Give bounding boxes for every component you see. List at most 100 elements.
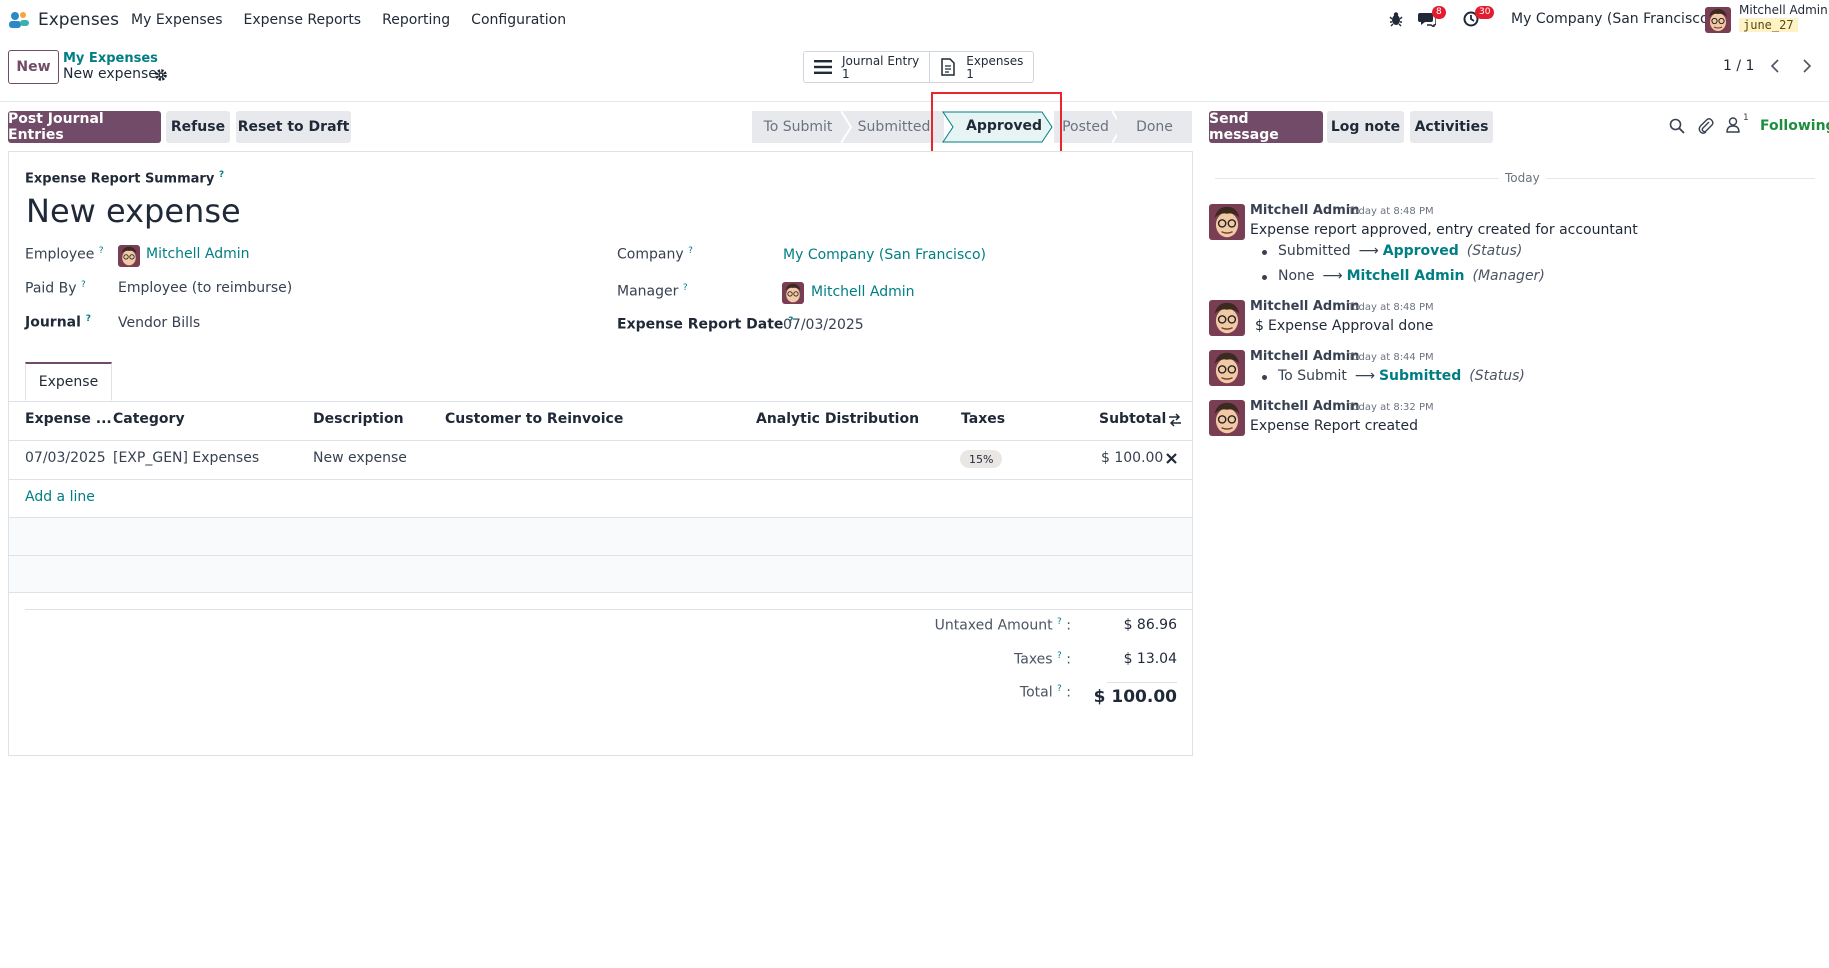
column-category[interactable]: Category bbox=[113, 411, 185, 427]
total-divider bbox=[1107, 682, 1177, 683]
cell-date[interactable]: 07/03/2025 bbox=[25, 450, 106, 466]
smart-button-label: Expenses bbox=[966, 53, 1024, 68]
menu-reporting[interactable]: Reporting bbox=[382, 12, 450, 28]
messages-badge: 8 bbox=[1432, 6, 1446, 19]
smart-button-label: Journal Entry bbox=[842, 53, 920, 68]
message-time: Today at 8:48 PM bbox=[1348, 302, 1434, 313]
paid-by-field[interactable]: Employee (to reimburse) bbox=[118, 280, 292, 296]
menu-configuration[interactable]: Configuration bbox=[471, 12, 566, 28]
list-bullet bbox=[1262, 375, 1267, 380]
paperclip-icon[interactable] bbox=[1698, 117, 1714, 135]
tax-tag[interactable]: 15% bbox=[960, 450, 1003, 468]
app-name[interactable]: Expenses bbox=[38, 10, 119, 30]
manager-field[interactable]: Mitchell Admin bbox=[811, 284, 915, 300]
company-switcher[interactable]: My Company (San Francisco) bbox=[1511, 11, 1714, 27]
column-expense-date[interactable]: Expense ... bbox=[25, 411, 112, 427]
dollar-icon: $ bbox=[1255, 318, 1264, 334]
help-icon[interactable]: ? bbox=[688, 246, 693, 256]
stage-submitted[interactable]: Submitted bbox=[844, 111, 944, 143]
report-title[interactable]: New expense bbox=[26, 192, 241, 230]
refuse-button[interactable]: Refuse bbox=[166, 111, 230, 143]
bug-icon[interactable] bbox=[1389, 11, 1403, 27]
menu-my-expenses[interactable]: My Expenses bbox=[131, 12, 223, 28]
log-note-button[interactable]: Log note bbox=[1327, 111, 1404, 143]
add-a-line-link[interactable]: Add a line bbox=[25, 489, 95, 505]
company-field[interactable]: My Company (San Francisco) bbox=[783, 247, 986, 263]
manager-avatar bbox=[782, 282, 804, 304]
activities-button[interactable]: Activities bbox=[1410, 111, 1493, 143]
column-description[interactable]: Description bbox=[313, 411, 404, 427]
cell-category[interactable]: [EXP_GEN] Expenses bbox=[113, 450, 259, 466]
new-button[interactable]: New bbox=[8, 50, 59, 84]
employee-field[interactable]: Mitchell Admin bbox=[146, 246, 250, 262]
help-icon[interactable]: ? bbox=[683, 283, 688, 293]
top-navbar: Expenses My Expenses Expense Reports Rep… bbox=[0, 0, 1829, 40]
message-author[interactable]: Mitchell Admin bbox=[1250, 349, 1359, 364]
database-name: june_27 bbox=[1739, 18, 1798, 32]
stage-posted[interactable]: Posted bbox=[1054, 111, 1117, 143]
help-icon[interactable]: ? bbox=[99, 246, 104, 256]
message-author[interactable]: Mitchell Admin bbox=[1250, 299, 1359, 314]
smart-button-count: 1 bbox=[966, 66, 974, 81]
expenses-app-icon[interactable] bbox=[8, 11, 30, 29]
author-avatar[interactable] bbox=[1209, 400, 1245, 436]
taxes-label: Taxes ? : bbox=[1014, 651, 1071, 668]
tab-expense[interactable]: Expense bbox=[25, 362, 112, 401]
message-time: Today at 8:44 PM bbox=[1348, 352, 1434, 363]
pager-previous-button[interactable] bbox=[1760, 51, 1790, 81]
author-avatar[interactable] bbox=[1209, 204, 1245, 240]
expense-report-date-label: Expense Report Date ? bbox=[617, 316, 794, 333]
menu-expense-reports[interactable]: Expense Reports bbox=[244, 12, 362, 28]
journal-entry-smart-button[interactable]: Journal Entry 1 bbox=[804, 52, 931, 82]
column-analytic-distribution[interactable]: Analytic Distribution bbox=[756, 411, 919, 427]
post-journal-entries-button[interactable]: Post Journal Entries bbox=[8, 111, 161, 143]
user-name[interactable]: Mitchell Admin bbox=[1739, 3, 1828, 17]
column-subtotal[interactable]: Subtotal bbox=[1099, 411, 1166, 427]
followers-icon[interactable] bbox=[1726, 117, 1740, 133]
stage-done[interactable]: Done bbox=[1117, 111, 1192, 143]
expense-report-date-field[interactable]: 07/03/2025 bbox=[783, 317, 864, 333]
expenses-smart-button[interactable]: Expenses 1 bbox=[930, 52, 1033, 82]
reset-to-draft-button[interactable]: Reset to Draft bbox=[236, 111, 351, 143]
help-icon[interactable]: ? bbox=[86, 314, 91, 324]
total-label: Total ? : bbox=[1019, 684, 1071, 701]
empty-table-row bbox=[9, 555, 1192, 593]
following-button[interactable]: Following bbox=[1760, 118, 1829, 134]
journal-field[interactable]: Vendor Bills bbox=[118, 315, 200, 331]
help-icon[interactable]: ? bbox=[81, 280, 86, 290]
table-header-divider bbox=[9, 440, 1192, 441]
send-message-button[interactable]: Send message bbox=[1209, 111, 1323, 143]
form-sheet: Expense Report Summary ? New expense Emp… bbox=[8, 151, 1193, 756]
tracking-value-status: To Submit ⟶ Submitted (Status) bbox=[1278, 368, 1525, 384]
column-customer-to-reinvoice[interactable]: Customer to Reinvoice bbox=[445, 411, 623, 427]
breadcrumb-my-expenses[interactable]: My Expenses bbox=[63, 51, 158, 66]
tab-divider bbox=[9, 401, 1192, 402]
control-panel-divider bbox=[0, 101, 1829, 102]
stage-to-submit[interactable]: To Submit bbox=[752, 111, 844, 143]
user-avatar[interactable] bbox=[1705, 7, 1731, 33]
help-icon[interactable]: ? bbox=[1057, 651, 1062, 661]
help-icon[interactable]: ? bbox=[1057, 617, 1062, 627]
author-avatar[interactable] bbox=[1209, 300, 1245, 336]
optional-columns-toggle-icon[interactable] bbox=[1168, 413, 1182, 427]
search-icon[interactable] bbox=[1669, 118, 1685, 134]
delete-row-icon[interactable] bbox=[1166, 453, 1177, 464]
pager-value[interactable]: 1 / 1 bbox=[1723, 58, 1754, 74]
cell-description[interactable]: New expense bbox=[313, 450, 407, 466]
pager-next-button[interactable] bbox=[1792, 51, 1822, 81]
untaxed-amount-label: Untaxed Amount ? : bbox=[934, 617, 1071, 634]
totals-divider bbox=[25, 609, 1192, 610]
message-author[interactable]: Mitchell Admin bbox=[1250, 399, 1359, 414]
chevron-left-icon bbox=[1770, 59, 1779, 73]
message-author[interactable]: Mitchell Admin bbox=[1250, 203, 1359, 218]
column-taxes[interactable]: Taxes bbox=[961, 411, 1005, 427]
smart-button-count: 1 bbox=[842, 66, 850, 81]
taxes-value: $ 13.04 bbox=[1123, 651, 1177, 667]
author-avatar[interactable] bbox=[1209, 350, 1245, 386]
help-icon[interactable]: ? bbox=[219, 170, 224, 180]
gear-icon[interactable] bbox=[154, 68, 168, 82]
cell-subtotal[interactable]: $ 100.00 bbox=[1101, 450, 1163, 466]
untaxed-amount-value: $ 86.96 bbox=[1123, 617, 1177, 633]
help-icon[interactable]: ? bbox=[1057, 684, 1062, 694]
message-time: Today at 8:48 PM bbox=[1348, 206, 1434, 217]
